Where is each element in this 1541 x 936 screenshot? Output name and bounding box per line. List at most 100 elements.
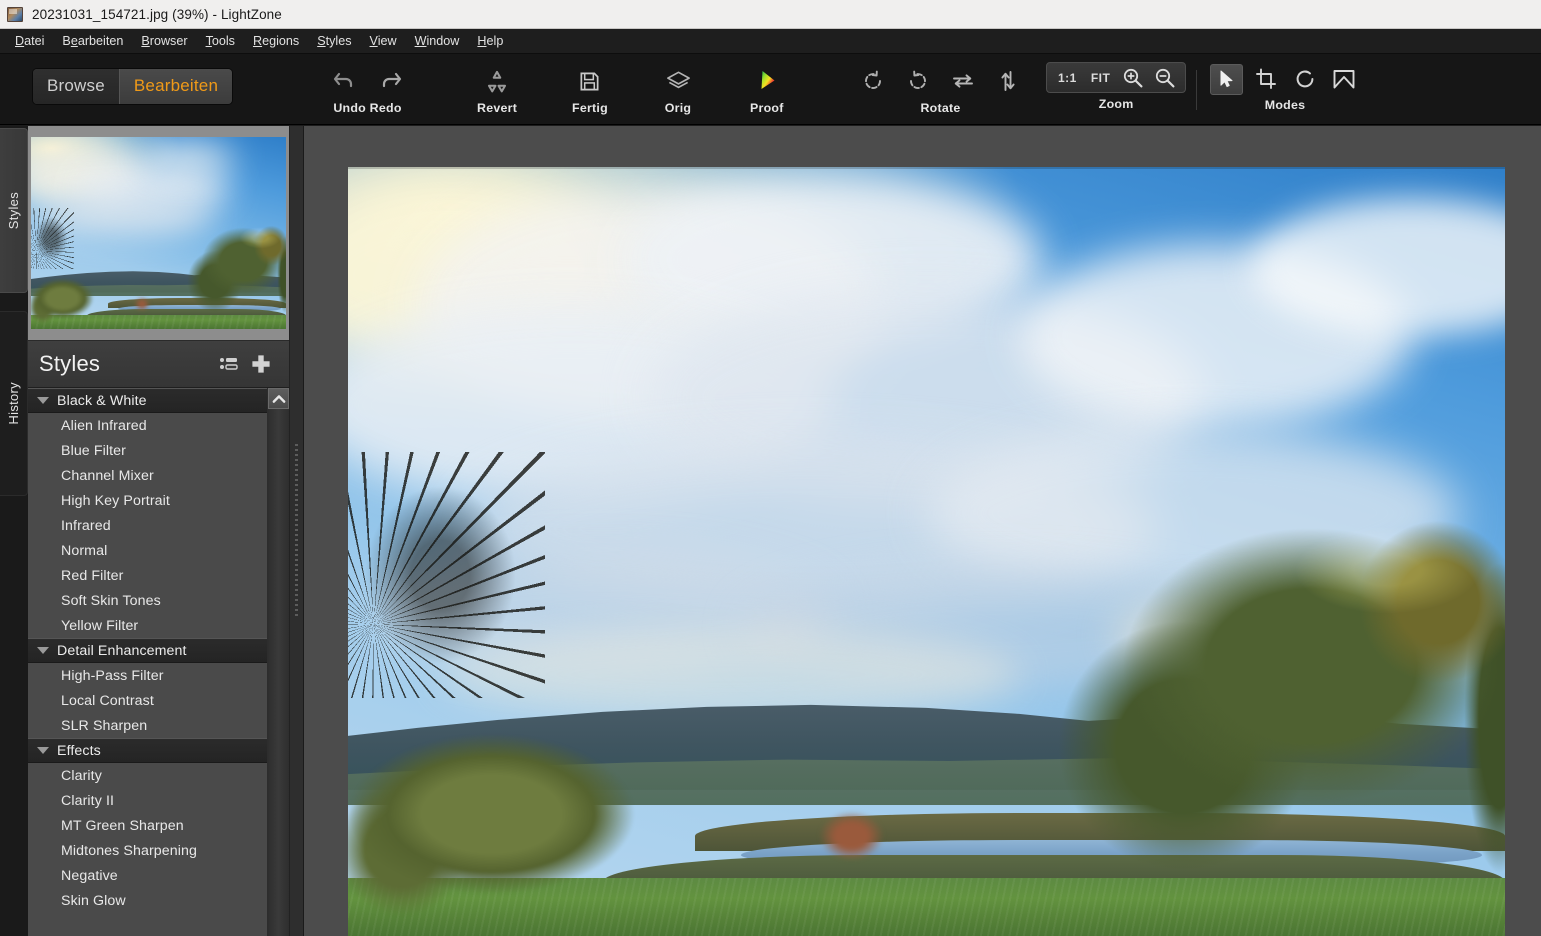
style-name: Midtones Sharpening — [61, 843, 197, 859]
style-name: Yellow Filter — [61, 618, 138, 634]
zoom-controls: 1:1 FIT — [1046, 62, 1186, 93]
revert-button[interactable] — [482, 66, 512, 96]
pointer-mode-button[interactable] — [1210, 64, 1243, 95]
left-panel: Styles Black & Whi — [28, 126, 290, 936]
redo-button[interactable] — [375, 66, 405, 96]
revert-group: Revert — [477, 63, 517, 115]
app-icon — [7, 7, 23, 22]
thumbnail-preview[interactable] — [28, 126, 289, 341]
menu-datei[interactable]: Datei — [6, 31, 53, 52]
proof-button[interactable] — [752, 66, 782, 96]
revert-label: Revert — [477, 101, 517, 115]
styles-list[interactable]: Black & White Alien Infrared Blue Filter… — [28, 388, 267, 936]
style-name: SLR Sharpen — [61, 718, 147, 734]
style-name: Channel Mixer — [61, 468, 154, 484]
orig-button[interactable] — [663, 66, 693, 96]
zoom-fit-button[interactable]: FIT — [1086, 67, 1116, 89]
zoom-group: 1:1 FIT Zoom — [1046, 62, 1186, 111]
browse-tab[interactable]: Browse — [33, 69, 119, 104]
fertig-label: Fertig — [572, 101, 608, 115]
bearbeiten-tab[interactable]: Bearbeiten — [119, 69, 232, 104]
menu-bearbeiten[interactable]: Bearbeiten — [53, 31, 132, 52]
sidebar-tab-styles[interactable]: Styles — [0, 128, 28, 293]
style-name: Soft Skin Tones — [61, 593, 161, 609]
menu-browser[interactable]: Browser — [132, 31, 196, 52]
rotate-label: Rotate — [920, 101, 960, 115]
splitter-grip — [295, 444, 298, 619]
fertig-button[interactable] — [575, 66, 605, 96]
menu-view[interactable]: View — [361, 31, 406, 52]
panel-splitter[interactable] — [290, 126, 304, 936]
style-name: Skin Glow — [61, 893, 126, 909]
chevron-down-icon — [37, 647, 49, 654]
styles-list-scrollbar[interactable] — [267, 388, 289, 936]
list-item[interactable]: Skin Glow — [28, 888, 267, 913]
save-floppy-icon — [578, 70, 601, 93]
modes-label: Modes — [1265, 98, 1306, 112]
rotate-right-button[interactable] — [903, 66, 933, 96]
menu-help[interactable]: Help — [468, 31, 512, 52]
flip-vertical-button[interactable] — [993, 66, 1023, 96]
list-item[interactable]: Negative — [28, 863, 267, 888]
add-style-button[interactable] — [247, 350, 275, 378]
style-name: Local Contrast — [61, 693, 154, 709]
list-item[interactable]: SLR Sharpen — [28, 713, 267, 738]
chevron-down-icon — [37, 397, 49, 404]
browse-edit-toggle[interactable]: Browse Bearbeiten — [33, 69, 232, 104]
list-item[interactable]: High-Pass Filter — [28, 663, 267, 688]
menu-regions[interactable]: Regions — [244, 31, 308, 52]
list-item[interactable]: Infrared — [28, 513, 267, 538]
scrollbar-track[interactable] — [268, 409, 289, 936]
sidebar-tab-history-label: History — [6, 382, 21, 425]
crop-mode-button[interactable] — [1249, 64, 1282, 95]
style-group-header[interactable]: Effects — [28, 738, 267, 763]
rotate-group: Rotate — [858, 63, 1023, 115]
style-name: MT Green Sharpen — [61, 818, 184, 834]
undo-button[interactable] — [330, 66, 360, 96]
rotate-right-icon — [907, 70, 929, 92]
list-item[interactable]: Normal — [28, 538, 267, 563]
menu-styles[interactable]: Styles — [308, 31, 360, 52]
list-item[interactable]: Clarity — [28, 763, 267, 788]
zoom-in-button[interactable] — [1119, 64, 1147, 91]
menu-window[interactable]: Window — [406, 31, 469, 52]
region-icon — [1332, 68, 1356, 90]
add-style-icon — [250, 353, 272, 375]
list-item[interactable]: Local Contrast — [28, 688, 267, 713]
style-name: Alien Infrared — [61, 418, 147, 434]
sidebar-tab-styles-label: Styles — [6, 192, 21, 229]
region-mode-button[interactable] — [1327, 64, 1360, 95]
window-titlebar: 20231031_154721.jpg (39%) - LightZone — [0, 0, 1541, 29]
style-name: High-Pass Filter — [61, 668, 164, 684]
undo-redo-label: Undo Redo — [333, 101, 401, 115]
rotate-mode-button[interactable] — [1288, 64, 1321, 95]
style-group-header[interactable]: Black & White — [28, 388, 267, 413]
edited-photo[interactable] — [348, 167, 1505, 936]
list-item[interactable]: Channel Mixer — [28, 463, 267, 488]
list-item[interactable]: High Key Portrait — [28, 488, 267, 513]
sidebar-tab-history[interactable]: History — [0, 311, 28, 496]
main-toolbar: Browse Bearbeiten Undo Redo — [0, 54, 1541, 125]
rotate-mode-icon — [1294, 68, 1316, 90]
styles-list-view-button[interactable] — [215, 350, 243, 378]
list-item[interactable]: Red Filter — [28, 563, 267, 588]
list-item[interactable]: Alien Infrared — [28, 413, 267, 438]
menu-tools[interactable]: Tools — [197, 31, 244, 52]
list-item[interactable]: Yellow Filter — [28, 613, 267, 638]
flip-horizontal-button[interactable] — [948, 66, 978, 96]
styles-panel-title: Styles — [39, 351, 211, 377]
zoom-out-button[interactable] — [1151, 64, 1179, 91]
list-item[interactable]: Clarity II — [28, 788, 267, 813]
orig-group: Orig — [663, 63, 693, 115]
style-name: Normal — [61, 543, 107, 559]
list-item[interactable]: MT Green Sharpen — [28, 813, 267, 838]
orig-label: Orig — [665, 101, 691, 115]
image-canvas[interactable] — [304, 126, 1541, 936]
style-group-header[interactable]: Detail Enhancement — [28, 638, 267, 663]
list-item[interactable]: Blue Filter — [28, 438, 267, 463]
list-item[interactable]: Midtones Sharpening — [28, 838, 267, 863]
scroll-up-button[interactable] — [268, 388, 289, 409]
rotate-left-button[interactable] — [858, 66, 888, 96]
zoom-one-to-one-button[interactable]: 1:1 — [1053, 67, 1082, 89]
list-item[interactable]: Soft Skin Tones — [28, 588, 267, 613]
